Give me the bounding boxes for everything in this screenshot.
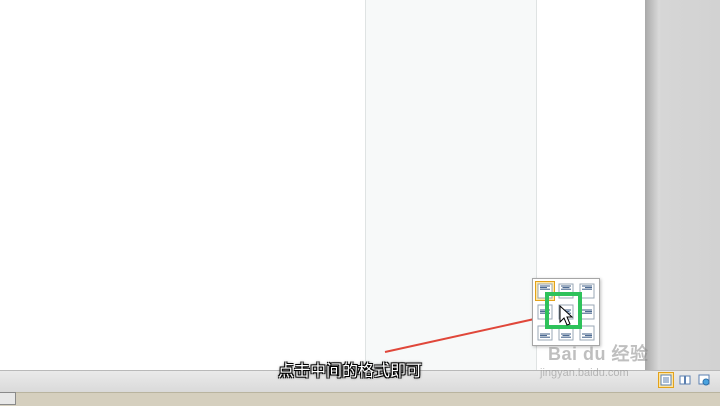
watermark-brand: Bai du 经验 bbox=[548, 344, 649, 364]
instruction-caption: 点击中间的格式即可 bbox=[278, 361, 423, 380]
watermark: Bai du 经验 jingyan.baidu.com bbox=[540, 340, 690, 388]
web-layout-icon bbox=[698, 374, 710, 386]
page-edge-shadow bbox=[645, 0, 659, 370]
watermark-url: jingyan.baidu.com bbox=[540, 367, 629, 379]
table-column[interactable] bbox=[365, 0, 537, 385]
window-tab[interactable] bbox=[0, 392, 16, 405]
taskbar-strip bbox=[0, 392, 720, 406]
web-layout-button[interactable] bbox=[696, 372, 712, 388]
mouse-cursor-icon bbox=[559, 305, 574, 326]
